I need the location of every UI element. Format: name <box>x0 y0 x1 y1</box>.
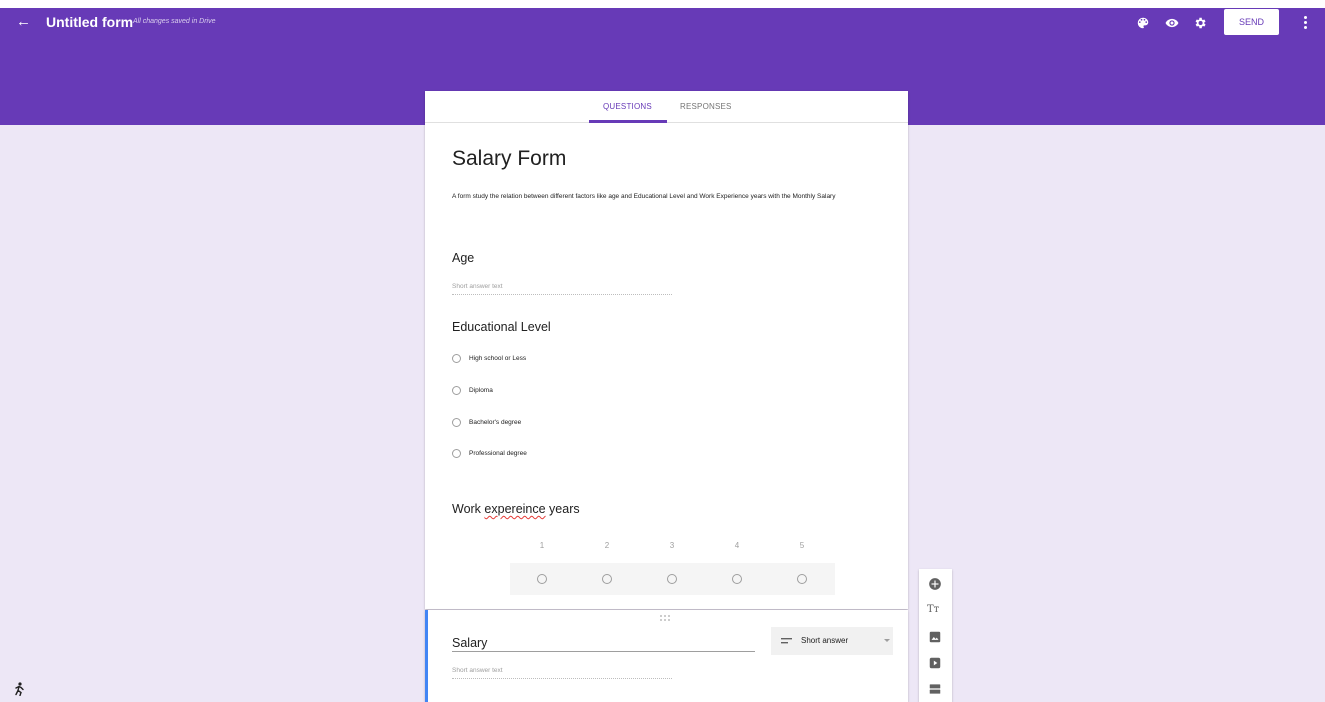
save-status-text: All changes saved in Drive <box>133 18 216 25</box>
short-answer-icon <box>781 638 792 644</box>
question-type-dropdown[interactable]: Short answer <box>771 627 893 655</box>
question-age-label[interactable]: Age <box>452 251 474 265</box>
add-section-icon[interactable] <box>928 682 942 696</box>
more-vert-icon[interactable] <box>1300 15 1310 31</box>
scale-radio-3[interactable] <box>667 574 677 584</box>
palette-icon[interactable] <box>1136 16 1150 30</box>
question-education-label[interactable]: Educational Level <box>452 320 551 334</box>
scale-number-1: 1 <box>539 541 545 550</box>
dropdown-arrow-icon <box>884 639 890 642</box>
scale-number-4: 4 <box>734 541 740 550</box>
scale-radio-2[interactable] <box>602 574 612 584</box>
misspelled-word: expereince <box>484 502 546 516</box>
linear-scale-numbers: 1 2 3 4 5 <box>510 541 835 553</box>
tab-bar: QUESTIONS RESPONSES <box>425 91 908 123</box>
preview-eye-icon[interactable] <box>1165 16 1179 30</box>
salary-short-answer-field: Short answer text <box>452 667 672 679</box>
active-question-indicator <box>425 610 428 702</box>
salary-question-title-input[interactable]: Salary <box>452 636 755 652</box>
active-question-card[interactable]: Salary Short answer Short answer text <box>425 610 908 702</box>
age-placeholder: Short answer text <box>452 283 503 290</box>
form-questions-card: QUESTIONS RESPONSES Salary Form A form s… <box>425 91 908 609</box>
experience-label-end: years <box>545 502 580 516</box>
education-option-2[interactable]: Diploma <box>452 384 493 396</box>
age-short-answer-field: Short answer text <box>452 283 672 295</box>
question-experience-label[interactable]: Work expereince years <box>452 502 580 516</box>
add-title-text-icon[interactable]: Tт <box>927 604 939 615</box>
form-description[interactable]: A form study the relation between differ… <box>452 192 892 202</box>
question-type-label: Short answer <box>801 636 849 645</box>
add-image-icon[interactable] <box>928 630 942 644</box>
education-option-3[interactable]: Bachelor's degree <box>452 416 521 428</box>
radio-circle-icon <box>452 353 461 363</box>
form-title[interactable]: Salary Form <box>452 147 566 171</box>
option-label: Diploma <box>469 386 493 394</box>
radio-circle-icon <box>452 417 461 427</box>
accessibility-runner-icon[interactable] <box>13 682 25 696</box>
active-tab-indicator <box>589 120 667 123</box>
add-question-icon[interactable] <box>928 577 942 591</box>
scale-number-2: 2 <box>604 541 610 550</box>
question-side-toolbar: Tт <box>919 569 952 702</box>
tab-responses[interactable]: RESPONSES <box>680 102 732 111</box>
experience-label-start: Work <box>452 502 485 516</box>
radio-circle-icon <box>452 448 461 458</box>
option-label: Professional degree <box>469 449 527 457</box>
education-option-1[interactable]: High school or Less <box>452 352 526 364</box>
scale-number-5: 5 <box>799 541 805 550</box>
radio-circle-icon <box>452 385 461 395</box>
form-document-title[interactable]: Untitled form <box>46 14 133 30</box>
scale-radio-5[interactable] <box>797 574 807 584</box>
add-video-icon[interactable] <box>928 656 942 670</box>
salary-placeholder: Short answer text <box>452 667 503 674</box>
back-arrow-icon[interactable]: ← <box>16 14 32 30</box>
browser-top-strip <box>0 0 1325 8</box>
settings-gear-icon[interactable] <box>1193 16 1207 30</box>
scale-radio-4[interactable] <box>732 574 742 584</box>
drag-handle-icon[interactable] <box>660 614 672 622</box>
scale-number-3: 3 <box>669 541 675 550</box>
tab-questions[interactable]: QUESTIONS <box>603 102 652 111</box>
option-label: Bachelor's degree <box>469 418 522 426</box>
send-button[interactable]: SEND <box>1224 9 1279 35</box>
option-label: High school or Less <box>469 354 527 362</box>
linear-scale-radios <box>510 563 835 595</box>
education-option-4[interactable]: Professional degree <box>452 447 527 459</box>
scale-radio-1[interactable] <box>537 574 547 584</box>
